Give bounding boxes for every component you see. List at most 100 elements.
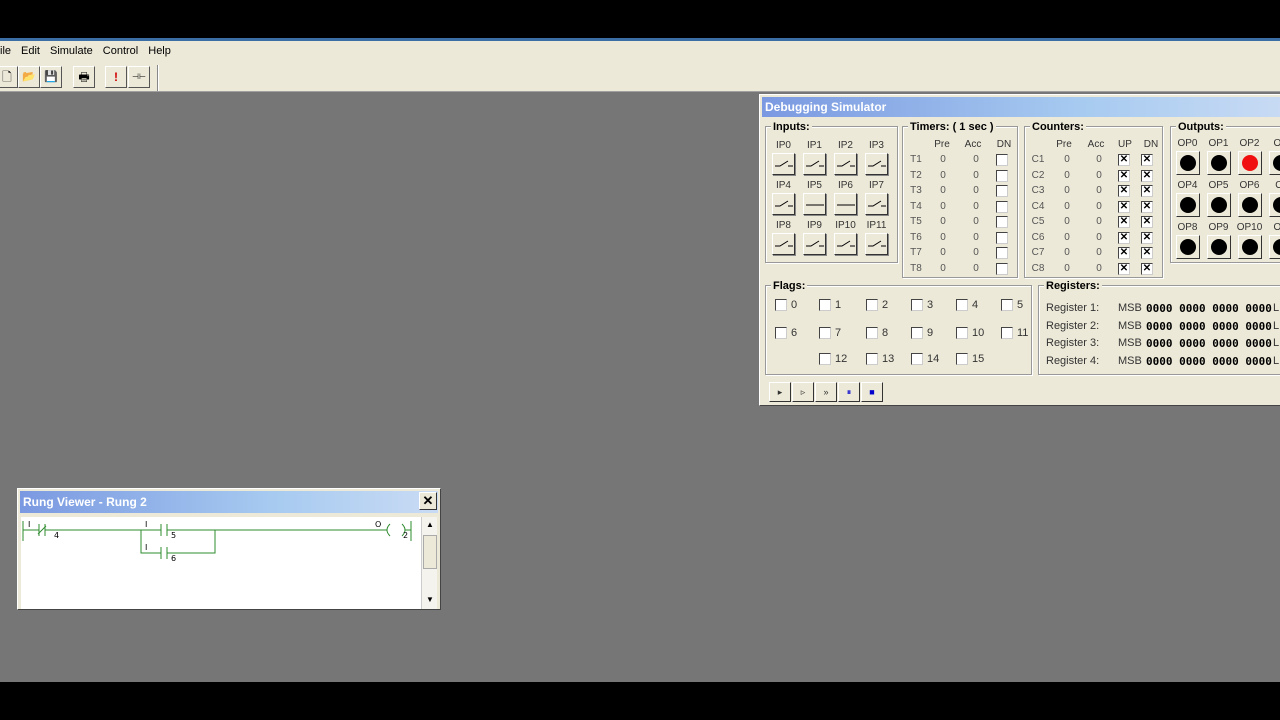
flag-checkbox[interactable] xyxy=(819,327,831,339)
register-lsb-label: L xyxy=(1273,354,1280,367)
new-file-button[interactable]: 🗋 xyxy=(0,66,18,88)
flag-label: 7 xyxy=(835,327,842,339)
output-off-lamp-icon xyxy=(1242,239,1258,255)
counter-up-checkbox[interactable]: ✕ xyxy=(1118,231,1130,244)
flag-checkbox[interactable] xyxy=(911,299,923,311)
scroll-down-arrow-icon[interactable]: ▼ xyxy=(423,593,437,607)
input-switch-button[interactable] xyxy=(772,233,795,255)
step-button[interactable]: ▹ xyxy=(792,382,814,402)
counter-done-checkbox[interactable]: ✕ xyxy=(1141,247,1153,259)
flag-checkbox[interactable] xyxy=(775,299,787,311)
timer-done-checkbox[interactable] xyxy=(996,200,1008,213)
inputs-title: Inputs: xyxy=(771,121,812,133)
counter-done-checkbox[interactable]: ✕ xyxy=(1141,262,1153,275)
flag-checkbox[interactable] xyxy=(819,353,831,365)
timer-done-checkbox[interactable] xyxy=(996,169,1008,182)
input-label: IP8 xyxy=(775,220,791,231)
input-label: IP5 xyxy=(806,180,822,191)
output-off-lamp-icon xyxy=(1211,155,1227,171)
counter-up-checkbox[interactable]: ✕ xyxy=(1118,154,1130,166)
timer-accumulator: 0 xyxy=(973,154,979,165)
scroll-thumb[interactable] xyxy=(423,535,437,569)
counter-name: C2 xyxy=(1031,169,1045,181)
counter-up-checkbox[interactable]: ✕ xyxy=(1118,262,1130,275)
register-lsb-label: L xyxy=(1273,319,1280,332)
counter-done-checkbox[interactable]: ✕ xyxy=(1141,154,1153,166)
switch-open-icon xyxy=(806,240,824,247)
run-button[interactable]: ▸ xyxy=(769,382,791,402)
flag-checkbox[interactable] xyxy=(1001,299,1013,311)
flag-checkbox[interactable] xyxy=(911,353,923,365)
counter-accumulator: 0 xyxy=(1096,185,1102,196)
flag-checkbox[interactable] xyxy=(866,353,878,365)
input-switch-button[interactable] xyxy=(834,233,857,255)
menu-control[interactable]: Control xyxy=(98,41,143,61)
rung-viewer-close-button[interactable]: ✕ xyxy=(419,492,437,510)
stop-icon: ■ xyxy=(869,387,875,397)
input-label: IP6 xyxy=(837,180,853,191)
open-file-button[interactable]: 📂 xyxy=(18,66,40,88)
stop-button[interactable]: ■ xyxy=(861,382,883,402)
flag-checkbox[interactable] xyxy=(956,353,968,365)
counter-up-checkbox[interactable]: ✕ xyxy=(1118,247,1130,259)
ladder-button[interactable]: ⊣⊢ xyxy=(128,66,150,88)
flag-checkbox[interactable] xyxy=(956,327,968,339)
menu-edit[interactable]: Edit xyxy=(16,41,45,61)
timer-preset: 0 xyxy=(940,154,946,165)
register-value: 0000 0000 0000 0000 xyxy=(1146,354,1272,368)
counter-done-checkbox[interactable]: ✕ xyxy=(1141,216,1153,228)
input-switch-button[interactable] xyxy=(865,233,888,255)
input-switch-button[interactable] xyxy=(803,193,826,215)
input-switch-button[interactable] xyxy=(772,193,795,215)
counter-done-checkbox[interactable]: ✕ xyxy=(1141,200,1153,213)
timer-done-checkbox[interactable] xyxy=(996,231,1008,244)
input-switch-button[interactable] xyxy=(834,153,857,175)
flag-checkbox[interactable] xyxy=(775,327,787,339)
timer-done-checkbox[interactable] xyxy=(996,247,1008,259)
output-off-lamp-icon xyxy=(1273,155,1280,171)
counter-up-checkbox[interactable]: ✕ xyxy=(1118,216,1130,228)
menu-simulate[interactable]: Simulate xyxy=(45,41,98,61)
input-switch-button[interactable] xyxy=(865,193,888,215)
counter-done-checkbox[interactable]: ✕ xyxy=(1141,169,1153,182)
timer-done-checkbox[interactable] xyxy=(996,262,1008,275)
counter-up-checkbox[interactable]: ✕ xyxy=(1118,200,1130,213)
timer-done-checkbox[interactable] xyxy=(996,154,1008,166)
flag-checkbox[interactable] xyxy=(1001,327,1013,339)
rung-viewer-title-bar[interactable]: Rung Viewer - Rung 2 xyxy=(20,491,438,513)
fast-forward-button[interactable]: » xyxy=(815,382,837,402)
flag-checkbox[interactable] xyxy=(819,299,831,311)
input-switch-button[interactable] xyxy=(803,233,826,255)
timer-done-checkbox[interactable] xyxy=(996,185,1008,197)
counter-done-checkbox[interactable]: ✕ xyxy=(1141,231,1153,244)
output-indicator xyxy=(1207,193,1231,217)
timer-preset: 0 xyxy=(940,231,946,243)
counter-accumulator: 0 xyxy=(1096,231,1102,243)
rung-vertical-scrollbar[interactable]: ▲ ▼ xyxy=(421,517,437,609)
menu-help[interactable]: Help xyxy=(143,41,176,61)
register-label: Register 1: xyxy=(1046,302,1100,314)
pause-button[interactable]: ⏸ xyxy=(838,382,860,402)
counter-up-checkbox[interactable]: ✕ xyxy=(1118,185,1130,197)
scroll-up-arrow-icon[interactable]: ▲ xyxy=(423,518,437,532)
flag-checkbox[interactable] xyxy=(956,299,968,311)
input-switch-button[interactable] xyxy=(772,153,795,175)
input-switch-button[interactable] xyxy=(803,153,826,175)
flag-label: 5 xyxy=(1017,299,1024,311)
flag-checkbox[interactable] xyxy=(866,299,878,311)
simulator-title-bar[interactable]: Debugging Simulator xyxy=(762,97,1280,117)
print-button[interactable]: 🖶 xyxy=(73,66,95,88)
counter-done-checkbox[interactable]: ✕ xyxy=(1141,185,1153,197)
menu-file[interactable]: ile xyxy=(0,41,16,61)
input-switch-button[interactable] xyxy=(865,153,888,175)
save-file-button[interactable]: 💾 xyxy=(40,66,62,88)
timer-done-checkbox[interactable] xyxy=(996,216,1008,228)
timer-accumulator: 0 xyxy=(973,200,979,212)
input-switch-button[interactable] xyxy=(834,193,857,215)
flag-checkbox[interactable] xyxy=(866,327,878,339)
alert-button[interactable]: ! xyxy=(105,66,127,88)
flag-checkbox[interactable] xyxy=(911,327,923,339)
counter-header: UP xyxy=(1118,139,1132,150)
counter-up-checkbox[interactable]: ✕ xyxy=(1118,169,1130,182)
counter-accumulator: 0 xyxy=(1096,262,1102,274)
